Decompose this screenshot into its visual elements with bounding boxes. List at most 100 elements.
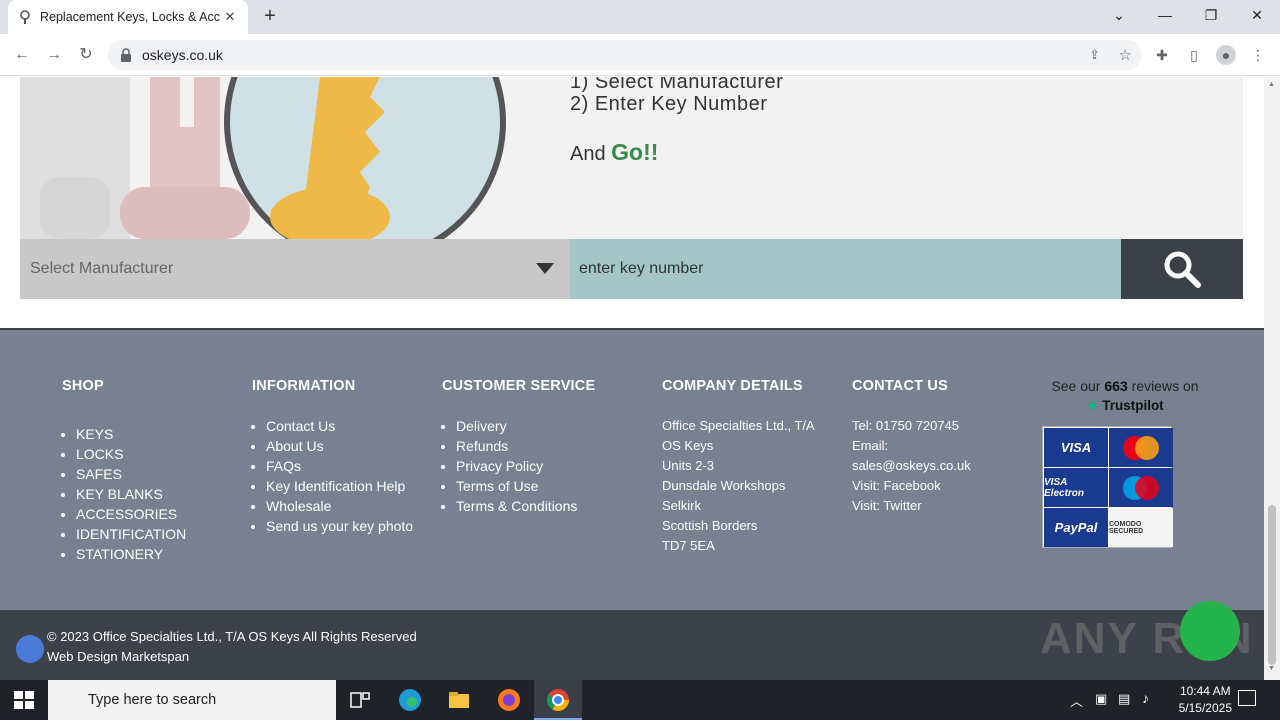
cs-link-refunds[interactable]: Refunds bbox=[456, 436, 595, 456]
info-link-about-us[interactable]: About Us bbox=[266, 436, 422, 456]
company-address-town: Selkirk bbox=[662, 498, 702, 513]
company-address-region: Scottish Borders bbox=[662, 518, 758, 533]
windows-start-icon[interactable] bbox=[12, 688, 36, 712]
contact-email-label: Email: bbox=[852, 438, 889, 453]
trustpilot-prefix: See our bbox=[1051, 378, 1105, 394]
contact-email-link[interactable]: sales@oskeys.co.uk bbox=[852, 456, 1022, 476]
info-link-wholesale[interactable]: Wholesale bbox=[266, 496, 422, 516]
scroll-up-arrow-icon[interactable]: ▲ bbox=[1268, 81, 1275, 88]
windows-taskbar: Type here to search ︿ ▣ ▤ ♪ 10:44 AM 5/1… bbox=[0, 680, 1280, 720]
shield-icon[interactable] bbox=[16, 635, 44, 663]
close-window-button[interactable]: ✕ bbox=[1234, 0, 1280, 30]
profile-avatar-icon[interactable]: ● bbox=[1216, 45, 1236, 65]
extensions-icon[interactable]: ✚ bbox=[1152, 45, 1172, 65]
search-button[interactable] bbox=[1121, 239, 1243, 299]
company-address-units: Units 2-3 bbox=[662, 458, 715, 473]
clock-date: 5/15/2025 bbox=[1178, 701, 1232, 715]
site-favicon-icon bbox=[20, 10, 30, 24]
cs-link-terms-of-use[interactable]: Terms of Use bbox=[456, 476, 595, 496]
tab-close-icon[interactable]: ✕ bbox=[222, 9, 238, 25]
info-link-contact-us[interactable]: Contact Us bbox=[266, 416, 422, 436]
key-number-input[interactable] bbox=[570, 239, 1121, 299]
tab-search-chevron-icon[interactable]: ⌄ bbox=[1096, 0, 1142, 30]
system-clock[interactable]: 10:44 AM 5/15/2025 bbox=[1179, 683, 1232, 717]
info-link-send-key-photo[interactable]: Send us your key photo bbox=[266, 516, 422, 536]
reload-button[interactable]: ↻ bbox=[74, 43, 98, 67]
back-button[interactable]: ← bbox=[10, 43, 34, 67]
trustpilot-brand: Trustpilot bbox=[1102, 398, 1164, 413]
company-heading: COMPANY DETAILS bbox=[662, 378, 803, 394]
footer-information-column: INFORMATION Contact Us About Us FAQs Key… bbox=[252, 330, 422, 536]
taskbar-search-box[interactable]: Type here to search bbox=[48, 680, 336, 720]
visa-electron-logo: VISA Electron bbox=[1044, 468, 1108, 507]
maestro-logo bbox=[1109, 468, 1173, 507]
network-icon[interactable]: ▤ bbox=[1118, 691, 1130, 707]
share-icon[interactable]: ⇪ bbox=[1089, 47, 1100, 63]
browser-tab[interactable]: Replacement Keys, Locks & Acc ✕ bbox=[8, 0, 248, 34]
instructions: 1) Select Manufacturer 2) Enter Key Numb… bbox=[570, 77, 783, 115]
search-icon bbox=[1164, 251, 1201, 288]
minimize-button[interactable]: — bbox=[1142, 0, 1188, 30]
address-bar[interactable]: oskeys.co.uk ⇪ ☆ bbox=[108, 40, 1142, 70]
new-tab-button[interactable]: + bbox=[258, 4, 282, 28]
bookmark-star-icon[interactable]: ☆ bbox=[1119, 46, 1132, 64]
edge-browser-icon[interactable] bbox=[398, 688, 422, 712]
scrollbar-thumb[interactable] bbox=[1268, 505, 1276, 665]
comodo-secured-logo: COMODO SECURED bbox=[1109, 508, 1173, 547]
facebook-link[interactable]: Facebook bbox=[884, 478, 941, 493]
scroll-down-arrow-icon[interactable]: ▼ bbox=[1268, 665, 1275, 672]
dropdown-caret-icon bbox=[536, 263, 554, 274]
shop-link-identification[interactable]: IDENTIFICATION bbox=[76, 524, 186, 544]
trustpilot-suffix: reviews on bbox=[1127, 378, 1199, 394]
step-two-text: 2) Enter Key Number bbox=[570, 93, 768, 115]
visit-label: Visit: bbox=[852, 478, 884, 493]
shop-link-keys[interactable]: KEYS bbox=[76, 424, 186, 444]
shop-heading: SHOP bbox=[62, 378, 104, 394]
shop-link-locks[interactable]: LOCKS bbox=[76, 444, 186, 464]
browser-tab-bar: Replacement Keys, Locks & Acc ✕ + ⌄ — ❐ … bbox=[0, 0, 1280, 34]
shop-link-stationery[interactable]: STATIONERY bbox=[76, 544, 186, 564]
review-count: 663 bbox=[1104, 378, 1128, 394]
menu-kebab-icon[interactable]: ⋮ bbox=[1248, 45, 1268, 65]
restore-button[interactable]: ❐ bbox=[1188, 0, 1234, 30]
footer-customer-service-column: CUSTOMER SERVICE Delivery Refunds Privac… bbox=[442, 330, 595, 516]
chat-widget-icon[interactable] bbox=[1180, 601, 1240, 661]
and-go-text: And Go!! bbox=[570, 139, 658, 166]
shop-link-safes[interactable]: SAFES bbox=[76, 464, 186, 484]
url-text: oskeys.co.uk bbox=[142, 47, 223, 63]
tray-device-icon[interactable]: ▣ bbox=[1095, 691, 1107, 707]
volume-icon[interactable]: ♪ bbox=[1142, 690, 1149, 706]
firefox-icon[interactable] bbox=[497, 688, 521, 712]
contact-telephone[interactable]: Tel: 01750 720745 bbox=[852, 416, 1022, 436]
company-name: Office Specialties Ltd., T/A OS Keys bbox=[662, 418, 814, 453]
forward-button[interactable]: → bbox=[42, 43, 66, 67]
customer-service-heading: CUSTOMER SERVICE bbox=[442, 378, 596, 394]
chrome-taskbar-button[interactable] bbox=[534, 680, 582, 720]
cs-link-delivery[interactable]: Delivery bbox=[456, 416, 595, 436]
trustpilot-widget[interactable]: See our 663 reviews on ★ Trustpilot bbox=[1040, 378, 1210, 414]
trustpilot-star-icon: ★ bbox=[1086, 398, 1099, 413]
and-text: And bbox=[570, 143, 612, 165]
key-search-form: Select Manufacturer bbox=[20, 239, 1243, 299]
manufacturer-select[interactable]: Select Manufacturer bbox=[20, 239, 570, 299]
task-view-icon[interactable] bbox=[348, 688, 372, 712]
shop-link-key-blanks[interactable]: KEY BLANKS bbox=[76, 484, 186, 504]
hero-banner: 1) Select Manufacturer 2) Enter Key Numb… bbox=[20, 77, 1243, 239]
lock-icon bbox=[121, 48, 131, 62]
cs-link-terms-conditions[interactable]: Terms & Conditions bbox=[456, 496, 595, 516]
info-link-faqs[interactable]: FAQs bbox=[266, 456, 422, 476]
side-panel-icon[interactable]: ▯ bbox=[1184, 45, 1204, 65]
tray-chevron-icon[interactable]: ︿ bbox=[1070, 691, 1083, 710]
file-explorer-icon[interactable] bbox=[447, 688, 471, 712]
go-text: Go!! bbox=[611, 139, 659, 165]
paypal-logo: PayPal bbox=[1044, 508, 1108, 547]
notification-center-icon[interactable] bbox=[1238, 690, 1256, 706]
twitter-link[interactable]: Twitter bbox=[883, 498, 921, 513]
page-scrollbar[interactable]: ▲ ▼ bbox=[1264, 77, 1280, 680]
shop-link-accessories[interactable]: ACCESSORIES bbox=[76, 504, 186, 524]
taskbar-search-placeholder: Type here to search bbox=[88, 692, 217, 708]
cs-link-privacy-policy[interactable]: Privacy Policy bbox=[456, 456, 595, 476]
company-postcode: TD7 5EA bbox=[662, 538, 715, 553]
info-link-key-identification[interactable]: Key Identification Help bbox=[266, 476, 422, 496]
web-design-credit[interactable]: Web Design Marketspan bbox=[47, 647, 417, 667]
